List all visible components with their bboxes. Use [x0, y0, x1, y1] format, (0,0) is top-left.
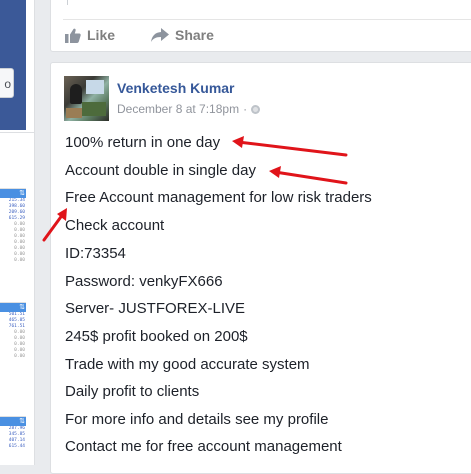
post-text-line: Password: venkyFX666: [65, 273, 223, 290]
like-label: Like: [87, 27, 116, 43]
post-text-line: Contact me for free account management: [65, 438, 342, 455]
post-text-line: Trade with my good accurate system: [65, 356, 310, 373]
mini-panel-header: ⇅: [0, 303, 26, 312]
post-text-line: 100% return in one day: [65, 134, 221, 151]
share-arrow-icon: [151, 28, 169, 42]
post-text-line: 245$ profit booked on 200$: [65, 328, 248, 345]
sort-icon: ⇅: [19, 304, 25, 311]
mini-value: 0.00: [14, 354, 25, 359]
post-text-line: ID:73354: [65, 245, 126, 262]
previous-post-card: Like Share: [50, 0, 471, 52]
post-timestamp-link[interactable]: December 8 at 7:18pm: [117, 102, 239, 116]
thumbs-up-icon: [65, 28, 81, 43]
meta-separator: ·: [243, 102, 248, 116]
mini-value: 0.00: [14, 258, 25, 263]
mini-panel-header: ⇅: [0, 417, 26, 426]
mini-trade-panel-1: ⇅ 215.34 398.60 209.60 615.29 0.00 0.00 …: [0, 188, 26, 264]
left-cut-button[interactable]: o: [0, 68, 14, 98]
left-divider: [0, 132, 34, 133]
mini-trade-panel-2: ⇅ 501.51 465.05 761.51 0.00 0.00 0.00 0.…: [0, 302, 26, 360]
author-name-link[interactable]: Venketesh Kumar: [117, 80, 235, 96]
share-label: Share: [175, 27, 214, 43]
left-blue-panel: [0, 0, 26, 130]
post-text-line: Account double in single day: [65, 162, 256, 179]
post-text-line: Server- JUSTFOREX-LIVE: [65, 300, 246, 317]
post-meta: December 8 at 7:18pm ·: [117, 102, 261, 116]
like-button[interactable]: Like: [65, 27, 115, 43]
left-column: o ⇅ 215.34 398.60 209.60 615.29 0.00 0.0…: [0, 0, 35, 465]
comment-box-edge: [67, 0, 68, 5]
sort-icon: ⇅: [19, 190, 25, 197]
author-avatar[interactable]: [64, 76, 109, 121]
post-text-line: Check account: [65, 217, 165, 234]
post-text-line: Free Account management for low risk tra…: [65, 189, 372, 206]
post-text-line: Daily profit to clients: [65, 383, 200, 400]
post-text-line: For more info and details see my profile: [65, 411, 329, 428]
mini-trade-panel-3: ⇅ 287.96 345.85 407.14 615.44: [0, 416, 26, 450]
divider: [63, 19, 471, 20]
sort-icon: ⇅: [19, 418, 25, 425]
share-button[interactable]: Share: [151, 27, 214, 43]
mini-value: 615.44: [8, 444, 25, 449]
globe-icon[interactable]: [251, 104, 261, 114]
mini-panel-header: ⇅: [0, 189, 26, 198]
post-card: Venketesh Kumar December 8 at 7:18pm · 1…: [50, 62, 471, 474]
